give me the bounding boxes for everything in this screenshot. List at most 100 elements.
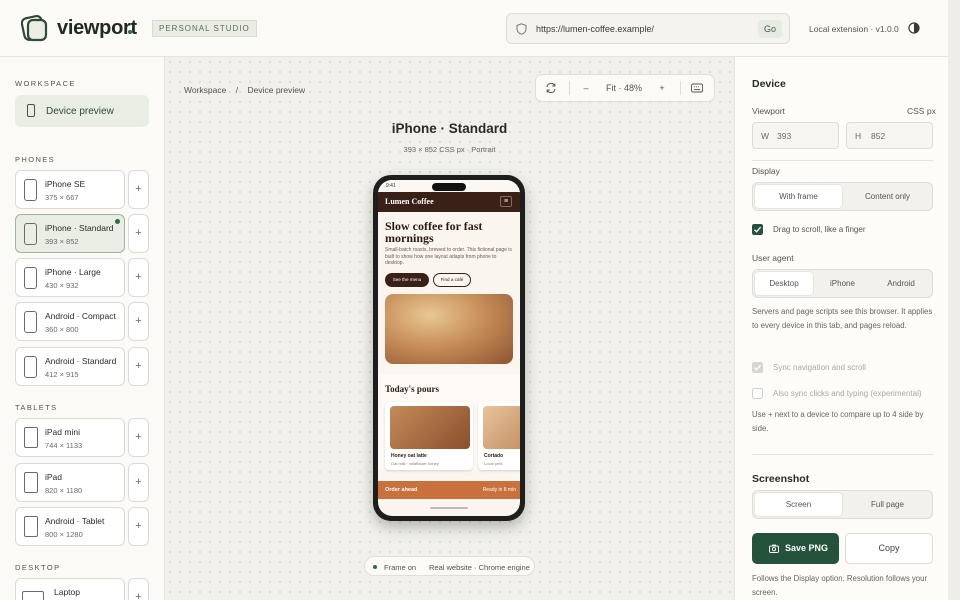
see-menu-button[interactable]: See the menu bbox=[385, 273, 429, 287]
ua-option-iphone[interactable]: iPhone bbox=[813, 272, 872, 295]
brand-dot bbox=[128, 30, 132, 34]
breadcrumb-current: Device preview bbox=[247, 85, 306, 95]
device-name: Laptop bbox=[54, 587, 80, 597]
height-value: 852 bbox=[871, 131, 886, 141]
compare-note: Use + next to a device to compare up to … bbox=[752, 410, 924, 433]
sync-clicks-label: Also sync clicks and typing (experimenta… bbox=[773, 389, 922, 398]
add-compare-button[interactable]: + bbox=[128, 302, 149, 341]
user-agent-note: Servers and page scripts see this browse… bbox=[752, 307, 933, 330]
desktop-heading: DESKTOP bbox=[15, 563, 61, 572]
zoom-level[interactable]: Fit · 48% bbox=[598, 75, 650, 101]
sync-clicks-checkbox[interactable] bbox=[752, 388, 763, 399]
preview-canvas[interactable]: Workspace / Device preview – Fit · 48% +… bbox=[165, 57, 734, 600]
device-name: Android · Compact bbox=[45, 311, 116, 321]
zoom-out-button[interactable]: – bbox=[576, 75, 596, 101]
screenshot-option-screen[interactable]: Screen bbox=[755, 493, 842, 516]
workspace-heading: WORKSPACE bbox=[15, 79, 76, 88]
add-compare-button[interactable]: + bbox=[128, 463, 149, 502]
add-compare-button[interactable]: + bbox=[128, 258, 149, 297]
add-compare-button[interactable]: + bbox=[128, 170, 149, 209]
device-size: 360 × 800 bbox=[45, 325, 79, 334]
width-field[interactable]: W 393 bbox=[752, 122, 839, 149]
drink-card[interactable]: Honey oat latte Oat milk · wildflower ho… bbox=[385, 402, 473, 470]
drink-title: Honey oat latte bbox=[391, 453, 427, 459]
add-compare-button[interactable]: + bbox=[128, 507, 149, 546]
sync-nav-label: Sync navigation and scroll bbox=[773, 363, 866, 372]
drink-image bbox=[390, 406, 470, 449]
device-name: Android · Standard bbox=[45, 356, 117, 366]
ua-option-android[interactable]: Android bbox=[872, 272, 930, 295]
sync-nav-checkbox[interactable] bbox=[752, 362, 763, 373]
find-cafe-button[interactable]: Find a café bbox=[433, 273, 471, 287]
keyboard-icon[interactable] bbox=[691, 83, 703, 93]
device-iphone-large[interactable]: iPhone · Large 430 × 932 bbox=[15, 258, 125, 297]
go-button[interactable]: Go bbox=[758, 20, 782, 38]
device-android-standard[interactable]: Android · Standard 412 × 915 bbox=[15, 347, 125, 386]
divider bbox=[752, 454, 933, 455]
order-label: Order ahead bbox=[385, 487, 418, 493]
divider bbox=[569, 81, 570, 95]
phone-icon bbox=[24, 311, 37, 333]
device-ipad[interactable]: iPad 820 × 1180 bbox=[15, 463, 125, 502]
drink-card[interactable]: Cortado Local perk bbox=[478, 402, 520, 470]
camera-icon bbox=[769, 544, 779, 553]
display-label: Display bbox=[752, 166, 780, 176]
device-laptop[interactable]: Laptop bbox=[15, 578, 125, 600]
menu-icon[interactable]: ≡ bbox=[500, 196, 512, 207]
rotate-icon[interactable] bbox=[545, 82, 557, 94]
device-ipad-mini[interactable]: iPad mini 744 × 1133 bbox=[15, 418, 125, 457]
device-android-compact[interactable]: Android · Compact 360 × 800 bbox=[15, 302, 125, 341]
save-png-button[interactable]: Save PNG bbox=[752, 533, 839, 564]
drag-scroll-checkbox[interactable] bbox=[752, 224, 763, 235]
add-compare-button[interactable]: + bbox=[128, 214, 149, 253]
width-prefix: W bbox=[761, 131, 770, 141]
order-bar[interactable]: Order ahead Ready in 8 min bbox=[378, 481, 520, 499]
phone-screen[interactable]: 9:41 Lumen Coffee ≡ Slow coffee for fast… bbox=[378, 180, 520, 516]
shield-icon bbox=[516, 23, 527, 35]
theme-toggle-icon[interactable] bbox=[908, 22, 920, 34]
device-size: 800 × 1280 bbox=[45, 530, 83, 539]
device-heading: Device bbox=[752, 78, 786, 90]
window-scrollbar[interactable] bbox=[948, 0, 960, 600]
device-size: 393 × 852 bbox=[45, 237, 79, 246]
engine-status: Real website · Chrome engine bbox=[429, 563, 530, 572]
active-indicator bbox=[115, 219, 120, 224]
ua-option-desktop[interactable]: Desktop bbox=[755, 272, 813, 295]
device-iphone-standard[interactable]: iPhone · Standard 393 × 852 bbox=[15, 214, 125, 253]
add-compare-button[interactable]: + bbox=[128, 578, 149, 600]
device-size: 430 × 932 bbox=[45, 281, 79, 290]
url-bar[interactable]: https://lumen-coffee.example/ Go bbox=[506, 13, 790, 44]
display-option-content[interactable]: Content only bbox=[844, 185, 931, 208]
status-pill: Frame on Real website · Chrome engine bbox=[364, 556, 535, 576]
home-indicator bbox=[430, 507, 468, 509]
device-name: iPad mini bbox=[45, 427, 80, 437]
add-compare-button[interactable]: + bbox=[128, 418, 149, 457]
site-logo[interactable]: Lumen Coffee bbox=[385, 197, 434, 206]
brand-name: viewport bbox=[57, 17, 137, 39]
breadcrumb-root[interactable]: Workspace bbox=[184, 85, 226, 95]
phones-heading: PHONES bbox=[15, 155, 56, 164]
height-field[interactable]: H 852 bbox=[846, 122, 933, 149]
url-input[interactable]: https://lumen-coffee.example/ bbox=[536, 24, 654, 34]
device-size: 412 × 915 bbox=[45, 370, 79, 379]
section-title: Today's pours bbox=[385, 384, 439, 394]
sidebar-item-device-preview[interactable]: Device preview bbox=[15, 95, 149, 127]
status-dot bbox=[373, 565, 377, 569]
device-name: iPad bbox=[45, 472, 63, 482]
zoom-in-button[interactable]: + bbox=[652, 75, 672, 101]
device-iphone-se[interactable]: iPhone SE 375 × 667 bbox=[15, 170, 125, 209]
display-option-frame[interactable]: With frame bbox=[755, 185, 842, 208]
hero-title: Slow coffee for fast mornings bbox=[385, 219, 483, 245]
copy-button[interactable]: Copy bbox=[845, 533, 933, 564]
device-android-tablet[interactable]: Android · Tablet 800 × 1280 bbox=[15, 507, 125, 546]
phone-frame: 9:41 Lumen Coffee ≡ Slow coffee for fast… bbox=[373, 175, 525, 521]
screenshot-option-full[interactable]: Full page bbox=[844, 493, 931, 516]
sidebar-item-label: Device preview bbox=[46, 106, 114, 117]
drink-sub: Local perk bbox=[484, 461, 503, 466]
pours-section: Today's pours Honey oat latte Oat milk ·… bbox=[378, 374, 520, 470]
divider bbox=[752, 160, 933, 161]
drag-scroll-label: Drag to scroll, like a finger bbox=[773, 225, 866, 234]
dynamic-island bbox=[432, 183, 466, 191]
order-eta: Ready in 8 min bbox=[482, 487, 516, 493]
add-compare-button[interactable]: + bbox=[128, 347, 149, 386]
